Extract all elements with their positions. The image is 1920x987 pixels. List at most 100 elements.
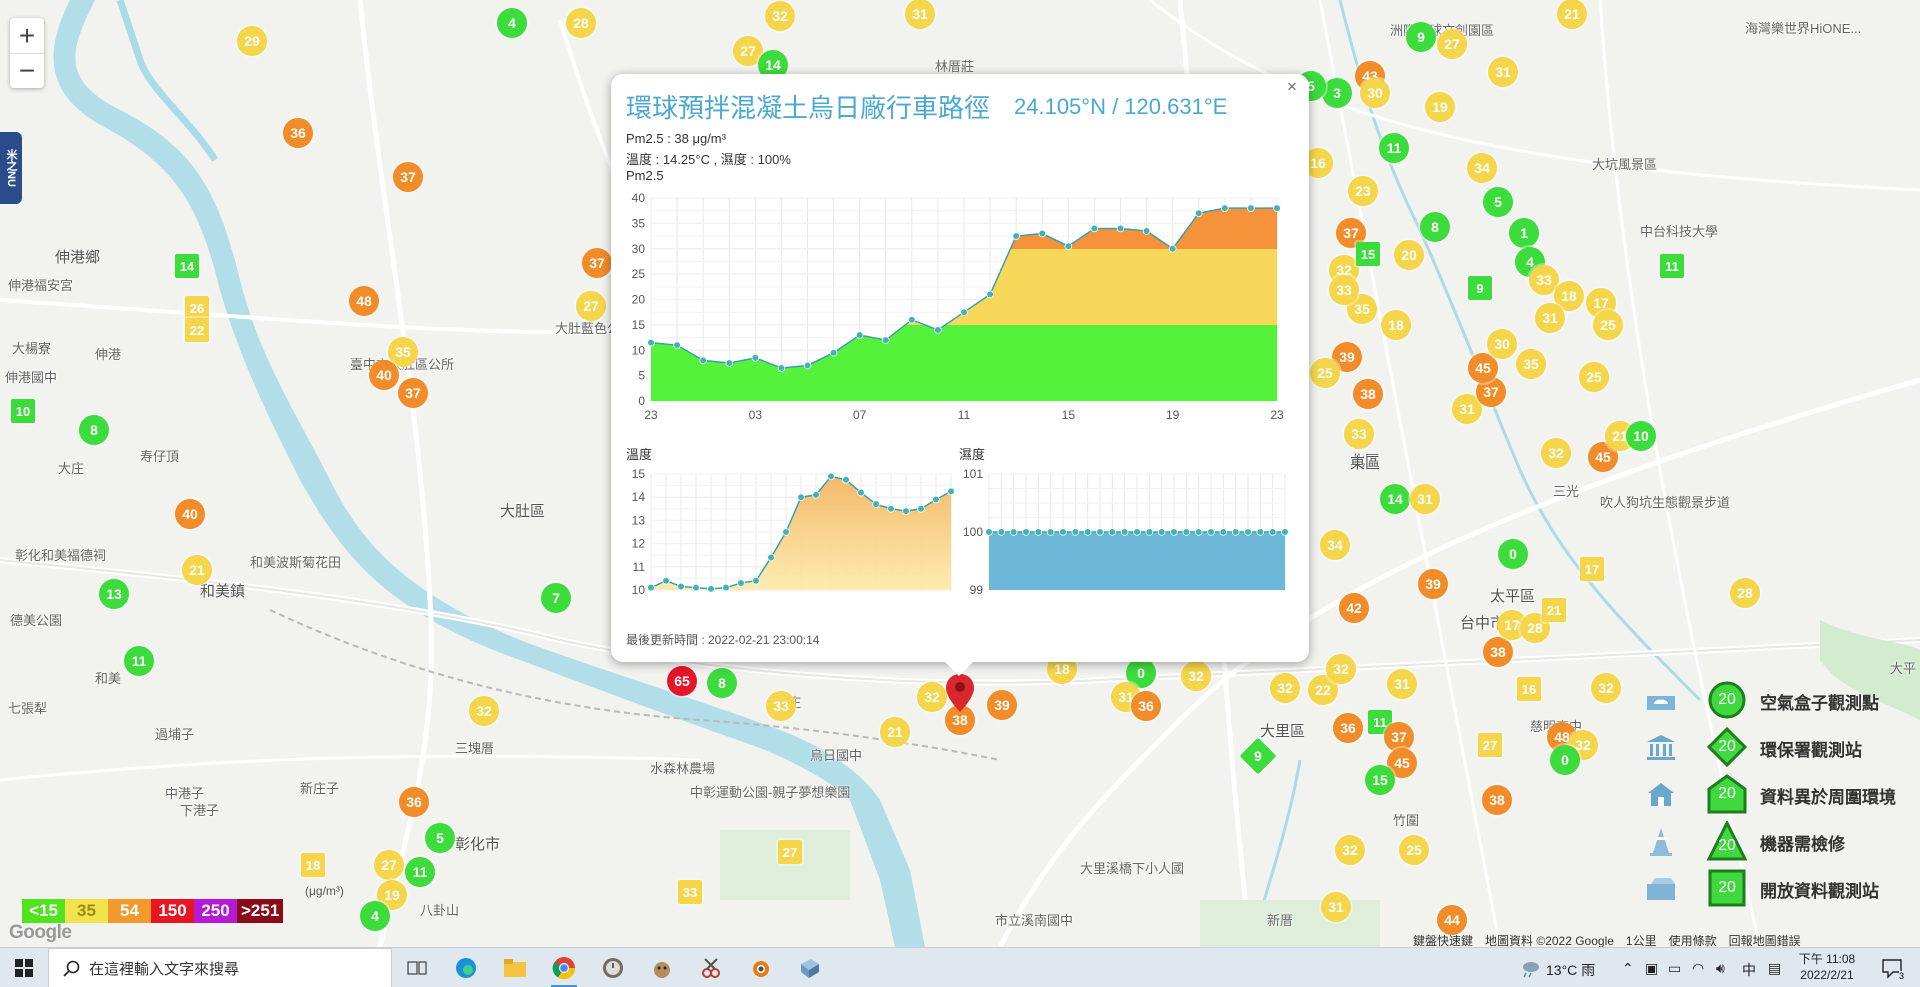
sensor-marker[interactable]: 14: [175, 254, 199, 278]
sensor-marker[interactable]: 34: [1320, 530, 1350, 560]
sensor-marker[interactable]: 13: [99, 579, 129, 609]
weather-rain-icon[interactable]: [1520, 960, 1540, 978]
sensor-marker[interactable]: 31: [1387, 669, 1417, 699]
blender-icon[interactable]: [745, 953, 775, 983]
sensor-marker[interactable]: 17: [1580, 557, 1604, 581]
sensor-marker[interactable]: 18: [301, 853, 325, 877]
show-hidden-icons-chevron-icon[interactable]: ⌃: [1622, 960, 1634, 977]
taskbar-clock[interactable]: 下午 11:08 2022/2/21: [1792, 951, 1862, 983]
sensor-marker[interactable]: 48: [349, 286, 379, 316]
sensor-marker[interactable]: 27: [1437, 29, 1467, 59]
sensor-marker[interactable]: 4: [497, 8, 527, 38]
sensor-marker[interactable]: 40: [175, 499, 205, 529]
sensor-marker[interactable]: 33: [766, 691, 796, 721]
sensor-marker[interactable]: 42: [1339, 593, 1369, 623]
sensor-marker[interactable]: 5: [425, 823, 455, 853]
sensor-marker[interactable]: 30: [1487, 329, 1517, 359]
sensor-marker[interactable]: 36: [283, 118, 313, 148]
sensor-marker[interactable]: 21: [182, 555, 212, 585]
weather-text[interactable]: 13°C 雨: [1546, 960, 1595, 980]
sensor-marker[interactable]: 9: [1468, 276, 1492, 300]
sensor-marker[interactable]: 37: [393, 162, 423, 192]
sensor-marker[interactable]: 31: [905, 0, 935, 29]
sensor-marker[interactable]: 15: [1365, 765, 1395, 795]
sensor-marker[interactable]: 19: [1425, 92, 1455, 122]
sensor-marker[interactable]: 27: [576, 291, 606, 321]
sensor-marker[interactable]: 37: [582, 248, 612, 278]
sensor-marker[interactable]: 40: [369, 360, 399, 390]
sensor-marker[interactable]: 1: [1509, 218, 1539, 248]
attribution-link[interactable]: 使用條款: [1669, 934, 1717, 947]
app-cube-icon[interactable]: [794, 953, 824, 983]
zoom-in-button[interactable]: +: [10, 18, 44, 53]
sensor-marker[interactable]: 11: [1379, 133, 1409, 163]
sensor-marker[interactable]: 32: [1335, 835, 1365, 865]
sensor-marker[interactable]: 33: [678, 880, 702, 904]
snipping-tool-icon[interactable]: [696, 953, 726, 983]
sensor-marker[interactable]: 8: [707, 668, 737, 698]
sensor-marker[interactable]: 18: [1381, 310, 1411, 340]
sensor-marker[interactable]: 7: [541, 583, 571, 613]
sensor-marker[interactable]: 21: [1557, 0, 1587, 29]
sensor-marker[interactable]: 9: [1406, 22, 1436, 52]
sensor-marker[interactable]: 34: [1467, 153, 1497, 183]
sensor-marker[interactable]: 27: [374, 850, 404, 880]
sensor-marker[interactable]: 25: [1579, 362, 1609, 392]
sensor-marker[interactable]: 37: [398, 378, 428, 408]
sensor-marker[interactable]: 32: [1326, 654, 1356, 684]
sensor-marker[interactable]: 39: [987, 690, 1017, 720]
sensor-marker[interactable]: 32: [765, 1, 795, 31]
meet-now-icon[interactable]: ▣: [1645, 960, 1658, 977]
sensor-marker[interactable]: 32: [1270, 673, 1300, 703]
sensor-marker[interactable]: 31: [1535, 303, 1565, 333]
sensor-marker[interactable]: 33: [1344, 419, 1374, 449]
sensor-marker[interactable]: 22: [185, 318, 209, 342]
sensor-marker[interactable]: 65: [667, 666, 697, 696]
sensor-marker[interactable]: 27: [778, 840, 802, 864]
sensor-marker[interactable]: 31: [1410, 484, 1440, 514]
sensor-marker[interactable]: 36: [399, 787, 429, 817]
sensor-marker[interactable]: 0: [1550, 745, 1580, 775]
ime-mode-icon[interactable]: ▤: [1768, 960, 1781, 977]
sensor-marker[interactable]: 28: [1730, 578, 1760, 608]
chrome-browser-icon[interactable]: [549, 953, 579, 987]
sensor-marker[interactable]: 45: [1468, 353, 1498, 383]
sensor-marker[interactable]: 33: [1329, 275, 1359, 305]
sensor-marker[interactable]: 36: [1333, 713, 1363, 743]
ime-indicator[interactable]: 中: [1742, 960, 1756, 980]
sensor-marker[interactable]: 20: [1394, 240, 1424, 270]
wifi-icon[interactable]: ◠: [1692, 960, 1704, 977]
sensor-marker[interactable]: 28: [566, 8, 596, 38]
sensor-marker[interactable]: 11: [405, 857, 435, 887]
pet-app-icon[interactable]: [647, 953, 677, 983]
sensor-marker[interactable]: 32: [1181, 661, 1211, 691]
edge-browser-icon[interactable]: [451, 953, 481, 983]
sensor-marker[interactable]: 25: [1399, 835, 1429, 865]
volume-icon[interactable]: 🔊︎: [1716, 960, 1725, 977]
sensor-marker[interactable]: 44: [1437, 905, 1467, 935]
attribution-link[interactable]: 回報地圖錯誤: [1729, 934, 1801, 947]
sensor-marker[interactable]: 8: [79, 415, 109, 445]
sensor-marker[interactable]: 5: [1483, 187, 1513, 217]
sensor-marker[interactable]: 15: [1356, 242, 1380, 266]
sensor-marker[interactable]: 35: [1516, 349, 1546, 379]
sensor-marker[interactable]: 29: [237, 26, 267, 56]
sensor-marker[interactable]: 25: [1593, 310, 1623, 340]
sensor-marker[interactable]: 14: [1380, 484, 1410, 514]
sensor-marker[interactable]: 0: [1498, 539, 1528, 569]
sensor-marker[interactable]: 31: [1321, 892, 1351, 922]
sensor-marker[interactable]: 30: [1360, 78, 1390, 108]
file-explorer-icon[interactable]: [500, 953, 530, 983]
taskbar-search-box[interactable]: 在這裡輸入文字來搜尋: [48, 948, 392, 987]
clock-app-icon[interactable]: [598, 953, 628, 983]
notification-center-icon[interactable]: 3: [1880, 957, 1904, 981]
sensor-marker[interactable]: 32: [917, 682, 947, 712]
sensor-marker[interactable]: 16: [1517, 677, 1541, 701]
sensor-marker[interactable]: 26: [185, 296, 209, 320]
task-view-icon[interactable]: [402, 953, 432, 983]
attribution-link[interactable]: 鍵盤快速鍵: [1413, 934, 1473, 947]
sensor-marker[interactable]: 36: [1131, 691, 1161, 721]
sensor-marker[interactable]: 11: [1660, 254, 1684, 278]
selected-location-pin-icon[interactable]: [946, 674, 974, 712]
battery-icon[interactable]: ▭: [1668, 960, 1681, 977]
